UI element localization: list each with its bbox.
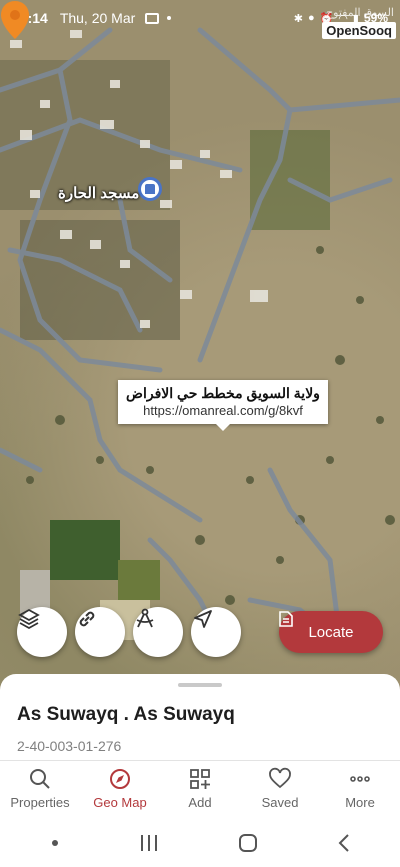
add-grid-icon [190, 769, 210, 789]
locate-label: Locate [308, 623, 354, 641]
nav-item-geo-map[interactable]: Geo Map [80, 761, 160, 818]
back-icon[interactable] [337, 833, 351, 853]
nav-label-add: Add [188, 795, 212, 810]
map-imagery [0, 27, 400, 653]
nav-item-saved[interactable]: Saved [240, 761, 320, 818]
notification-dot-icon [167, 16, 172, 20]
nav-item-properties[interactable]: Properties [0, 761, 80, 818]
nav-item-more[interactable]: More [320, 761, 400, 818]
place-title: As Suwayq . As Suwayq [17, 704, 235, 725]
watermark-logo: OpenSooq [322, 22, 396, 39]
locate-button[interactable]: Locate [279, 611, 383, 653]
location-icon: ● [307, 12, 315, 24]
gallery-icon [145, 12, 160, 24]
location-pin-icon[interactable] [0, 0, 30, 40]
layers-button[interactable] [17, 607, 67, 657]
watermark-arabic: السوق المفتوح [326, 7, 394, 19]
nav-label-properties: Properties [10, 795, 70, 810]
mosque-icon[interactable] [138, 177, 162, 201]
system-nav-bar [0, 818, 400, 867]
callout-title: ولاية السويق مخطط حي الافراض [126, 385, 320, 401]
measure-icon [136, 608, 154, 628]
poi-label: مسجد الحارة [58, 185, 140, 202]
document-icon [279, 611, 293, 627]
share-link-button[interactable] [75, 607, 125, 657]
place-id: 2-40-003-01-276 [17, 738, 122, 754]
nav-label-more: More [345, 795, 375, 810]
nav-label-geo-map: Geo Map [93, 795, 147, 810]
sheet-handle[interactable] [178, 683, 222, 687]
recents-icon[interactable] [139, 834, 159, 852]
search-icon [30, 769, 50, 789]
home-icon[interactable] [238, 833, 258, 853]
location-callout[interactable]: ولاية السويق مخطط حي الافراض https://oma… [118, 380, 328, 431]
link-icon [79, 611, 95, 627]
nav-item-add[interactable]: Add [160, 761, 240, 818]
heart-icon [269, 767, 291, 789]
bottom-nav: Properties Geo Map Add Saved More [0, 760, 400, 818]
bluetooth-icon: ✱ [293, 12, 303, 25]
more-icon [350, 776, 370, 782]
compass-icon [110, 769, 130, 789]
nav-label-saved: Saved [261, 795, 299, 810]
layers-icon [18, 608, 40, 630]
status-date: Thu, 20 Mar [59, 10, 136, 26]
satellite-map[interactable]: 18:14 Thu, 20 Mar ✱ ● ⏰ ◠ ▮ 59% السوق ال… [0, 0, 400, 700]
place-sheet[interactable]: As Suwayq . As Suwayq 2-40-003-01-276 [0, 674, 400, 760]
measure-button[interactable] [133, 607, 183, 657]
navigate-button[interactable] [191, 607, 241, 657]
navigate-icon [194, 610, 212, 628]
assistant-dot-icon[interactable] [50, 838, 60, 848]
callout-url[interactable]: https://omanreal.com/g/8kvf [126, 402, 320, 420]
